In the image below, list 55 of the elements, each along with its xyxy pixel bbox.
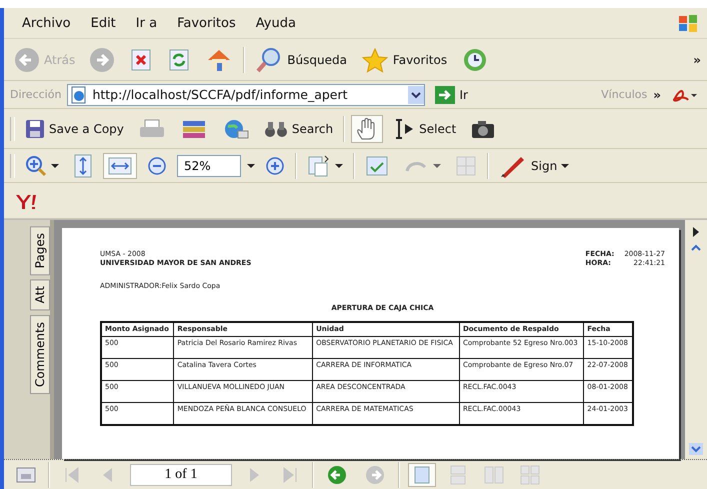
side-tab[interactable]: Att [30, 279, 50, 311]
magnifier-plus-icon [25, 154, 47, 176]
facing-pages-icon [484, 464, 504, 484]
minus-circle-icon [147, 156, 167, 176]
side-tab[interactable]: Pages [30, 226, 50, 276]
menu-item[interactable]: Ayuda [256, 16, 296, 30]
printer-icon [138, 118, 166, 140]
caret-icon [51, 164, 59, 168]
menu-item[interactable]: Edit [90, 16, 116, 30]
more-button[interactable]: » [693, 52, 701, 66]
menu-item[interactable]: Favoritos [177, 16, 236, 30]
search-button[interactable]: Search [260, 116, 338, 140]
fit-width-button[interactable] [103, 152, 137, 178]
plus-circle-icon [265, 156, 285, 176]
checked-page-icon [365, 154, 389, 176]
more-button[interactable]: » [653, 88, 661, 102]
vertical-scrollbar[interactable] [685, 220, 707, 459]
page-icon [70, 86, 88, 104]
page-number-field[interactable]: 1 of 1 [130, 464, 232, 486]
address-label: Dirección [10, 88, 62, 101]
caret-icon[interactable] [247, 164, 255, 168]
go-button[interactable]: Ir [431, 84, 472, 106]
windows-logo-icon [677, 13, 699, 33]
hand-tool-button[interactable] [351, 114, 384, 142]
caret-icon [335, 164, 343, 168]
fit-width-icon [107, 154, 133, 176]
refresh-icon [167, 48, 192, 72]
pages-icon [307, 154, 331, 178]
caret-icon[interactable] [692, 226, 700, 238]
select-tool-button[interactable]: Select [389, 116, 460, 142]
scroll-down-icon[interactable] [689, 443, 703, 455]
side-tab[interactable]: Comments [30, 314, 50, 394]
sign-button[interactable]: Sign [495, 152, 574, 180]
forward-circle-icon [364, 464, 386, 484]
grid-pages-icon [520, 464, 540, 484]
continuous-page-icon [448, 464, 468, 484]
dropdown-icon[interactable] [408, 86, 424, 104]
search-button[interactable]: Búsqueda [251, 44, 351, 74]
caret-icon [433, 164, 441, 168]
favorites-button[interactable]: Favoritos [356, 44, 452, 74]
back-circle-icon [326, 464, 348, 484]
window-icon [16, 466, 36, 484]
caret-icon [561, 164, 570, 168]
menu-item[interactable]: Archivo [22, 16, 71, 30]
close-icon [129, 48, 154, 72]
single-page-button[interactable] [408, 462, 436, 486]
address-field[interactable]: http://localhost/SCCFA/pdf/informe_apert [67, 84, 426, 106]
save-copy-button[interactable]: Save a Copy [21, 116, 128, 140]
menu-item[interactable]: Ir a [136, 16, 158, 30]
star-icon [360, 46, 389, 72]
text-cursor-icon [393, 118, 416, 140]
single-page-icon [412, 464, 432, 484]
zoom-field[interactable]: 52% [177, 154, 241, 176]
fit-page-icon [73, 154, 93, 178]
grid-icon [455, 154, 477, 176]
